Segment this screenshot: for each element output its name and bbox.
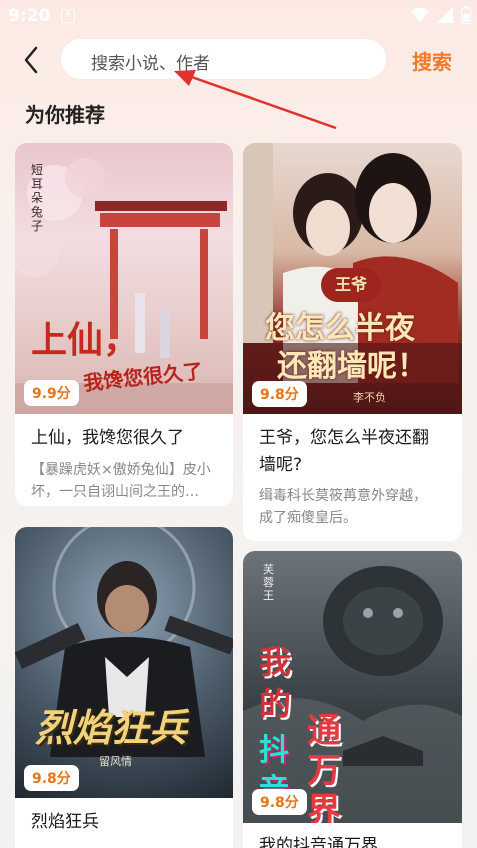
rating-badge: 9.8分 <box>24 765 79 791</box>
cover-author: 芙蓉王 <box>263 563 274 602</box>
book-card[interactable]: 芙蓉王 我的 通万界 抖音 9.8分 我的抖音通万界 <box>243 551 462 848</box>
book-desc: 【暴躁虎妖×傲娇兔仙】皮小 坏，一只自诩山间之王的… <box>31 459 211 503</box>
section-title: 为你推荐 <box>25 103 105 127</box>
book-title-line: 王爷，您怎么半夜还翻 <box>259 428 429 448</box>
book-desc-line: 坏，一只自诩山间之王的… <box>31 484 199 500</box>
wifi-icon <box>411 7 429 22</box>
annotation-arrow <box>174 70 337 130</box>
book-cover: 烈焰狂兵 留风情 <box>15 527 233 798</box>
status-time: 9:20 <box>8 6 51 26</box>
cover-title: 通万界 <box>307 711 341 823</box>
book-title-line: 墙呢? <box>259 455 303 475</box>
book-desc-line: 【暴躁虎妖×傲娇兔仙】皮小 <box>31 462 211 478</box>
cover-subtitle: 还翻墙呢！ <box>277 349 427 384</box>
cover-title: 上仙， <box>31 319 140 361</box>
back-button[interactable] <box>18 44 46 76</box>
cover-author: 短耳朵兔子 <box>31 163 44 233</box>
cover-badge: 王爷 <box>321 268 381 302</box>
book-card[interactable]: 烈焰狂兵 留风情 9.8分 烈焰狂兵 <box>15 527 233 848</box>
book-cover: 短耳朵兔子 上仙， 我馋您很久了 <box>15 143 233 414</box>
notification-icon: A <box>61 9 75 23</box>
book-title: 王爷，您怎么半夜还翻 墙呢? <box>259 425 429 479</box>
book-title: 上仙，我馋您很久了 <box>31 428 184 448</box>
status-bar: 9:20 A <box>0 0 477 34</box>
signal-icon <box>437 7 453 23</box>
book-cover: 芙蓉王 我的 通万界 抖音 <box>243 551 462 823</box>
book-title: 烈焰狂兵 <box>31 812 99 832</box>
book-card[interactable]: 王爷 您怎么半夜 还翻墙呢！ 李不负 9.8分 王爷，您怎么半夜还翻 墙呢? 缉… <box>243 143 462 541</box>
book-desc-line: 缉毒科长莫筱苒意外穿越， <box>259 488 427 504</box>
chevron-left-icon <box>24 46 38 74</box>
cover-author: 留风情 <box>99 755 132 768</box>
search-button[interactable]: 搜索 <box>412 46 452 75</box>
book-desc-line: 成了痴傻皇后。 <box>259 510 357 526</box>
book-desc: 缉毒科长莫筱苒意外穿越， 成了痴傻皇后。 <box>259 485 427 529</box>
cover-title: 我的 <box>259 643 292 723</box>
rating-badge: 9.9分 <box>24 380 79 406</box>
status-icons <box>411 6 471 24</box>
book-card[interactable]: 短耳朵兔子 上仙， 我馋您很久了 9.9分 上仙，我馋您很久了 【暴躁虎妖×傲娇… <box>15 143 233 506</box>
cover-title: 烈焰狂兵 <box>35 705 188 750</box>
cover-author: 李不负 <box>353 391 386 404</box>
rating-badge: 9.8分 <box>252 789 307 815</box>
book-cover: 王爷 您怎么半夜 还翻墙呢！ 李不负 <box>243 143 462 414</box>
book-title: 我的抖音通万界 <box>259 836 378 848</box>
battery-icon <box>461 6 471 24</box>
rating-badge: 9.8分 <box>252 381 307 407</box>
